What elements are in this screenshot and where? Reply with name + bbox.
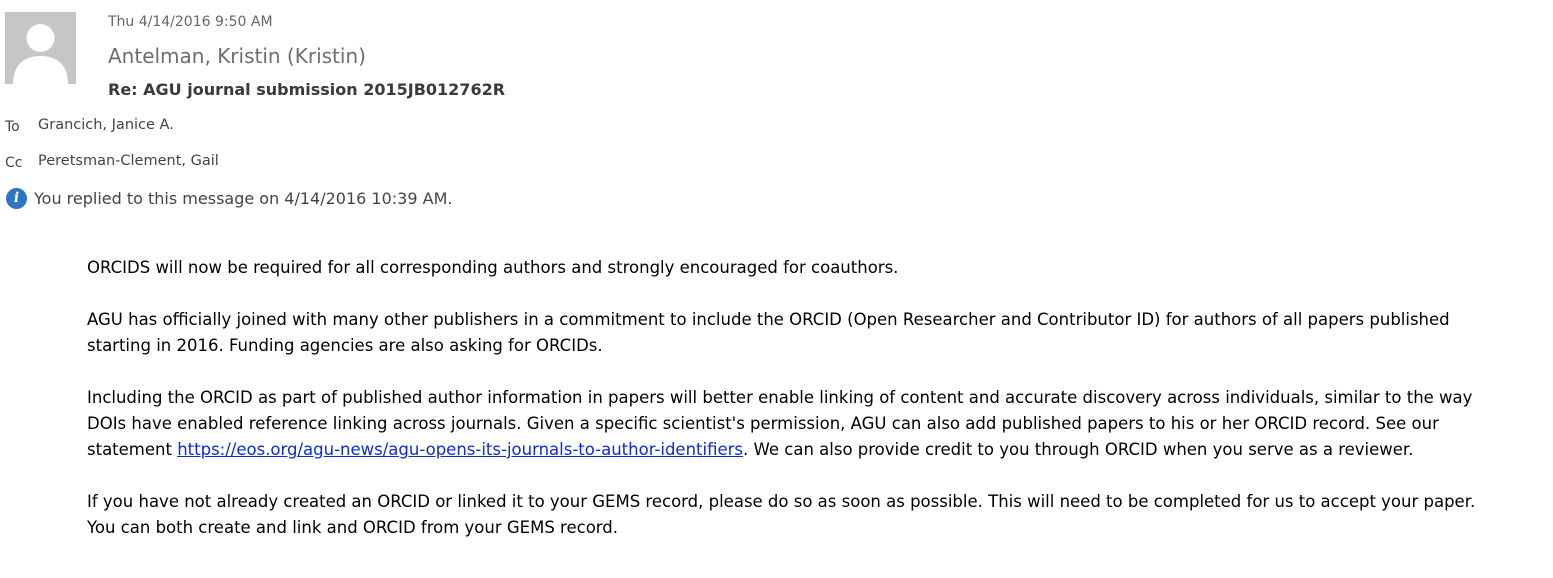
reply-info-bar[interactable]: i You replied to this message on 4/14/20… — [6, 187, 452, 209]
body-paragraph: If you have not already created an ORCID… — [87, 492, 1476, 537]
message-body: ORCIDS will now be required for all corr… — [87, 255, 1497, 567]
body-text: . We can also provide credit to you thro… — [743, 440, 1414, 459]
sender-avatar[interactable] — [5, 12, 76, 84]
message-date: Thu 4/14/2016 9:50 AM — [108, 14, 273, 30]
body-paragraph: Including the ORCID as part of published… — [87, 385, 1497, 463]
to-recipient[interactable]: Grancich, Janice A. — [38, 117, 174, 133]
reply-info-text: You replied to this message on 4/14/2016… — [34, 188, 453, 208]
info-icon: i — [6, 187, 27, 209]
body-paragraph: ORCIDS will now be required for all corr… — [87, 258, 899, 277]
to-label: To — [5, 119, 20, 135]
body-paragraph: AGU has officially joined with many othe… — [87, 310, 1450, 355]
message-subject: Re: AGU journal submission 2015JB012762R — [108, 80, 506, 99]
sender-name[interactable]: Antelman, Kristin (Kristin) — [108, 44, 366, 68]
agu-statement-link[interactable]: https://eos.org/agu-news/agu-opens-its-j… — [177, 440, 743, 459]
person-icon — [13, 24, 68, 84]
cc-recipient[interactable]: Peretsman-Clement, Gail — [38, 153, 219, 169]
cc-label: Cc — [5, 155, 23, 171]
